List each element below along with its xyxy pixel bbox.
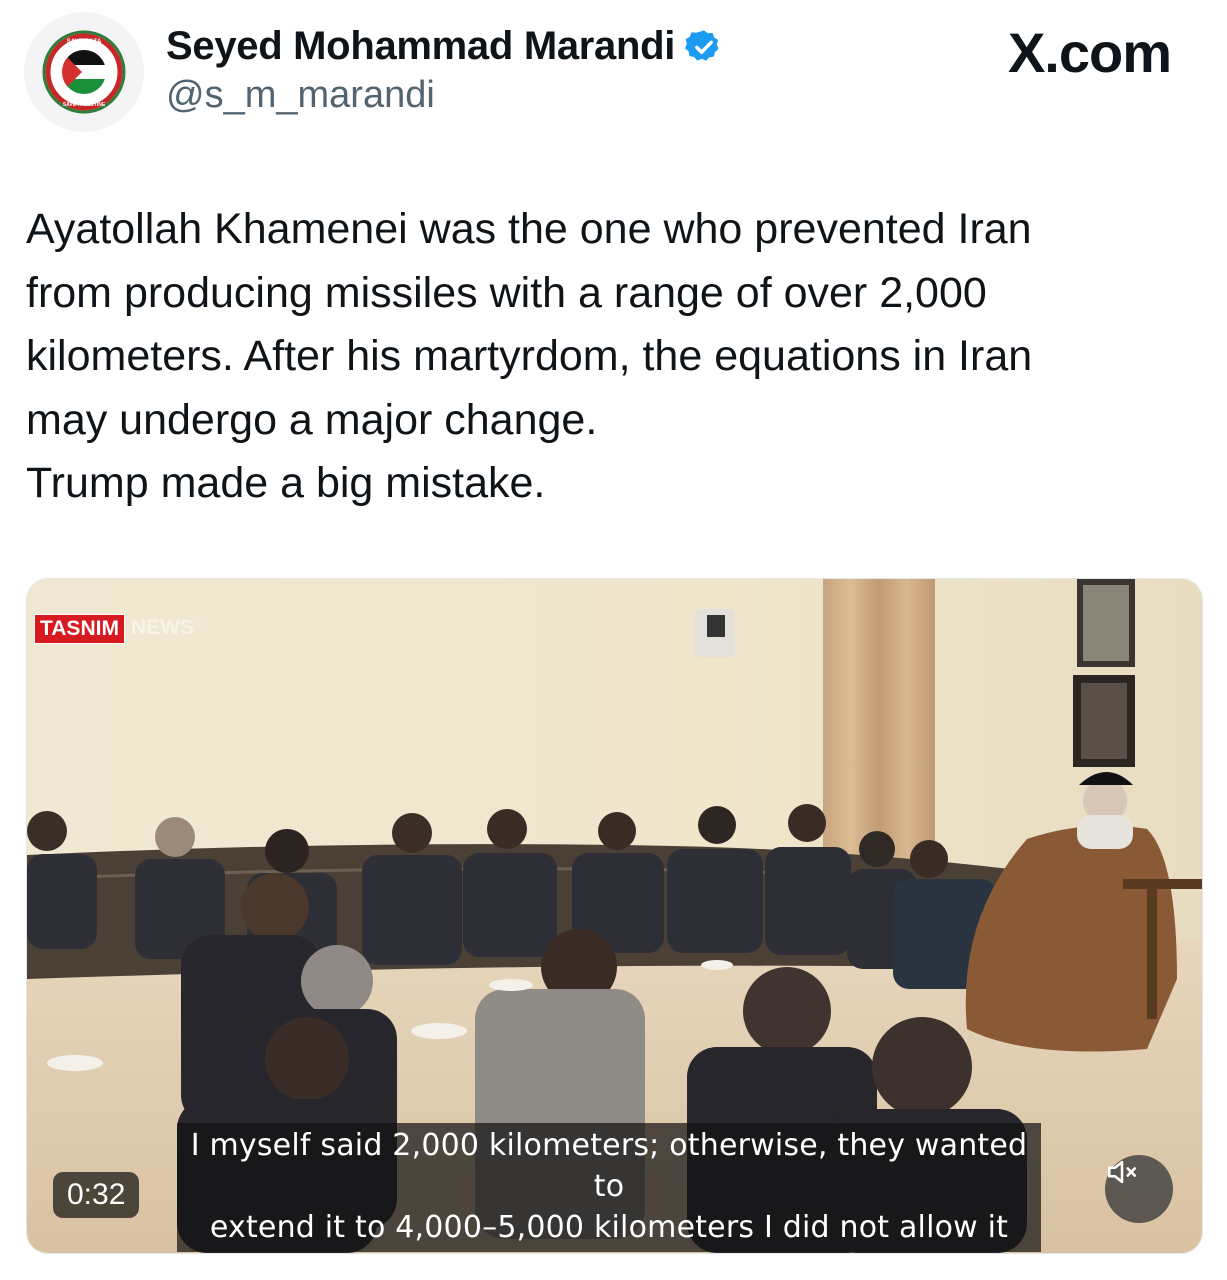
subtitle-line: extend it to 4,000–5,000 kilometers I di…: [209, 1210, 1009, 1245]
avatar-bottom-text: SAVE PALESTINE: [63, 102, 106, 108]
tweet-line: kilometers. After his martyrdom, the equ…: [26, 332, 1033, 380]
mute-button[interactable]: [1105, 1155, 1173, 1223]
tweet-line: Ayatollah Khamenei was the one who preve…: [26, 205, 1032, 253]
tweet-text: Ayatollah Khamenei was the one who preve…: [26, 198, 1196, 516]
speaker-muted-icon: [1107, 1160, 1137, 1184]
verified-badge-icon: [685, 29, 719, 61]
tasnim-news-watermark: NEWS: [131, 616, 194, 639]
author-display-name[interactable]: Seyed Mohammad Marandi: [166, 24, 675, 69]
author-avatar[interactable]: SAVE GAZA SAVE PALESTINE: [24, 12, 144, 132]
tasnim-watermark: TASNIM: [34, 614, 125, 644]
x-logo[interactable]: X.com: [1008, 20, 1172, 85]
tweet-line: from producing missiles with a range of …: [26, 268, 987, 317]
avatar-top-text: SAVE GAZA: [67, 39, 102, 45]
video-timestamp: 0:32: [53, 1172, 140, 1218]
video-subtitle: I myself said 2,000 kilometers; otherwis…: [177, 1123, 1041, 1252]
tweet-line: Trump made a big mistake.: [26, 459, 546, 507]
save-gaza-emblem: SAVE GAZA SAVE PALESTINE: [42, 30, 126, 114]
subtitle-line: I myself said 2,000 kilometers; otherwis…: [190, 1128, 1028, 1204]
tweet-line: may undergo a major change.: [26, 395, 598, 444]
author-name-row: Seyed Mohammad Marandi: [166, 24, 723, 69]
author-handle[interactable]: @s_m_marandi: [166, 74, 435, 117]
video-player[interactable]: TASNIM NEWS I myself said 2,000 kilomete…: [26, 578, 1203, 1254]
